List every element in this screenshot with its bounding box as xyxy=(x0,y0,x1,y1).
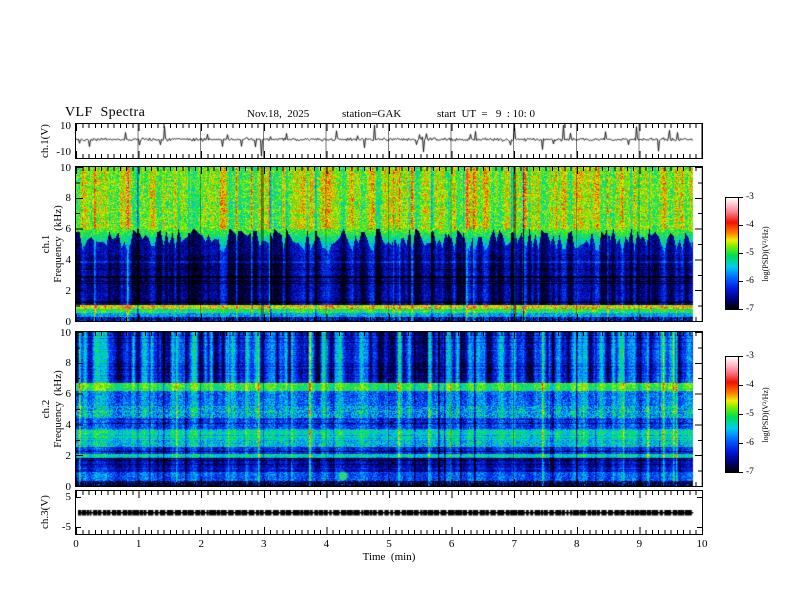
station-label: station=GAK xyxy=(342,108,402,120)
colorbar-tick xyxy=(739,443,743,444)
colorbar-tick-label: -3 xyxy=(746,351,754,361)
colorbar-tick xyxy=(739,197,743,198)
colorbar-tick-label: -4 xyxy=(746,220,754,230)
ch3-voltage-panel xyxy=(75,490,703,535)
y-tick xyxy=(697,497,702,498)
colorbar-tick-label: -7 xyxy=(746,467,754,477)
y-tick-label: 10 xyxy=(60,161,71,174)
x-tick-label: 10 xyxy=(696,538,708,550)
ch1-ytick-bottom: -10 xyxy=(56,146,71,158)
colorbar-tick xyxy=(739,472,743,473)
x-tick-label: 5 xyxy=(386,538,392,550)
x-tick-label: 2 xyxy=(198,538,204,550)
y-tick-label: 2 xyxy=(65,449,72,462)
ch3-ytick-bottom: -5 xyxy=(61,521,71,533)
colorbar-tick xyxy=(739,356,743,357)
ch1-voltage-waveform-canvas xyxy=(76,124,702,158)
ch1-spectrogram-panel xyxy=(75,166,703,322)
y-tick-label: 4 xyxy=(65,253,72,266)
y-tick xyxy=(76,497,81,498)
colorbar-ch2 xyxy=(725,356,739,473)
colorbar-tick-label: -6 xyxy=(746,276,754,286)
x-tick-label: 3 xyxy=(261,538,267,550)
colorbar-tick xyxy=(739,385,743,386)
ch3-voltage-axis-title: ch.3(V) xyxy=(39,495,51,529)
x-tick-label: 9 xyxy=(636,538,643,550)
y-tick-label: 8 xyxy=(65,357,72,370)
ch3-voltage-waveform-canvas xyxy=(76,491,702,534)
y-tick xyxy=(76,527,81,528)
colorbar-tick-label: -5 xyxy=(746,409,754,419)
y-tick-label: 0 xyxy=(65,480,72,493)
colorbar-tick xyxy=(739,225,743,226)
y-tick-label: 6 xyxy=(65,388,72,401)
time-axis-title: Time (min) xyxy=(362,551,416,563)
x-tick-label: 4 xyxy=(323,538,330,550)
y-tick-label: 8 xyxy=(65,192,72,205)
x-tick-label: 0 xyxy=(73,538,79,550)
colorbar-tick-label: -5 xyxy=(746,248,754,258)
ch1-ytick-top: 10 xyxy=(60,120,71,132)
colorbar-ch1 xyxy=(725,197,739,310)
ch1-spectrogram-canvas xyxy=(76,167,702,321)
colorbar-tick-label: -7 xyxy=(746,304,754,314)
ch1-voltage-panel xyxy=(75,123,703,159)
colorbar-tick xyxy=(739,309,743,310)
y-tick xyxy=(697,527,702,528)
colorbar-tick xyxy=(739,253,743,254)
colorbar-tick-label: -6 xyxy=(746,438,754,448)
y-tick-label: 6 xyxy=(65,223,72,236)
x-tick-label: 7 xyxy=(511,538,517,550)
y-tick-label: 10 xyxy=(60,326,71,339)
figure-title: VLF Spectra xyxy=(65,105,146,120)
colorbar-tick xyxy=(739,414,743,415)
y-tick-label: 4 xyxy=(65,418,72,431)
y-tick-label: 2 xyxy=(65,284,72,297)
x-tick-label: 1 xyxy=(135,538,142,550)
colorbar-tick-label: -3 xyxy=(746,192,754,202)
figure-date: Nov.18, 2025 xyxy=(247,108,310,120)
ch2-spectrogram-panel xyxy=(75,331,703,487)
colorbar-tick-label: -4 xyxy=(746,380,754,390)
x-tick-label: 6 xyxy=(448,538,455,550)
start-ut-label: start UT = 9 : 10: 0 xyxy=(437,108,535,120)
colorbar-tick xyxy=(739,281,743,282)
ch2-spectrogram-canvas xyxy=(76,332,702,486)
ch3-ytick-top: 5 xyxy=(65,491,72,503)
vlf-spectra-figure: VLF Spectra Nov.18, 2025 station=GAK sta… xyxy=(0,0,792,612)
x-tick-label: 8 xyxy=(574,538,580,550)
